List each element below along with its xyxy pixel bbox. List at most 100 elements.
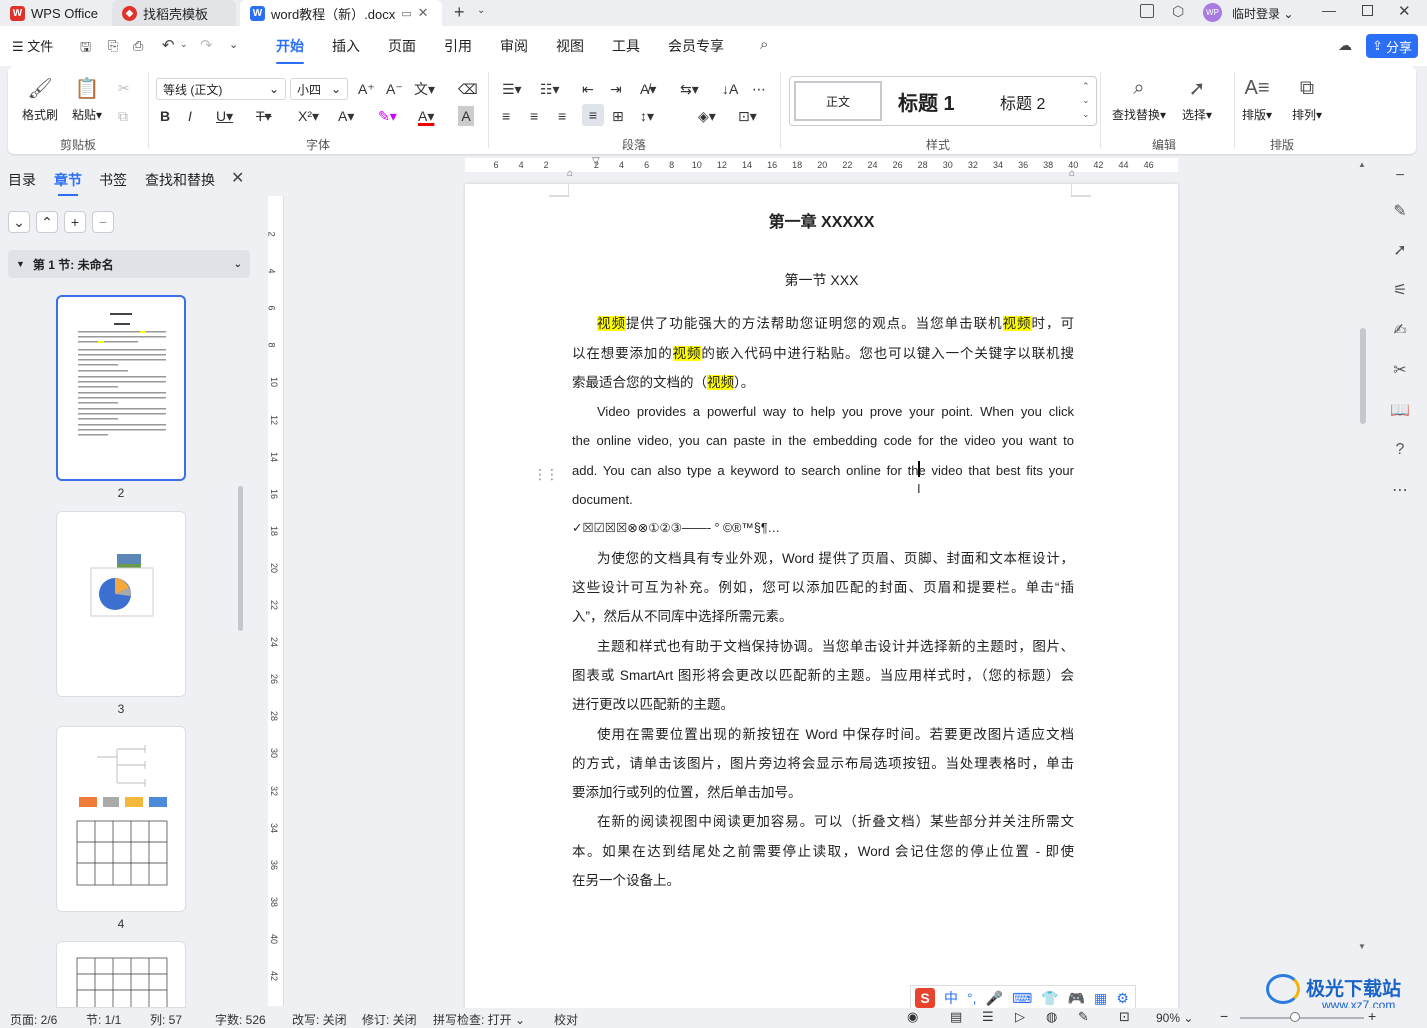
menu-start[interactable]: 开始 — [276, 36, 304, 64]
superscript-icon[interactable]: X²▾ — [298, 106, 319, 126]
minimize-icon[interactable]: — — [1322, 2, 1336, 18]
sort-icon[interactable]: ↓A — [722, 79, 738, 99]
numbered-list-icon[interactable]: ☷▾ — [540, 79, 560, 99]
paste-button[interactable]: 📋 粘贴▾ — [72, 76, 102, 123]
border-icon[interactable]: ⊡▾ — [738, 106, 757, 126]
close-window-icon[interactable]: ✕ — [1398, 2, 1411, 20]
login-label[interactable]: 临时登录 ⌄ — [1232, 5, 1293, 22]
shading-icon[interactable]: ◈▾ — [698, 106, 716, 126]
menu-tools[interactable]: 工具 — [612, 36, 640, 56]
text-effect-icon[interactable]: A▾ — [338, 106, 354, 126]
tab-wps-office[interactable]: W WPS Office — [0, 0, 108, 26]
window-layout-icon[interactable] — [1140, 4, 1154, 18]
cut-icon[interactable]: ✂ — [118, 78, 130, 98]
char-shading-icon[interactable]: A — [458, 106, 474, 126]
underline-icon[interactable]: U▾ — [216, 106, 233, 126]
ime-language-toggle[interactable]: 中 — [944, 988, 958, 1008]
zoom-out-icon[interactable]: − — [1220, 1008, 1228, 1024]
undo-icon[interactable]: ↶ — [162, 36, 175, 54]
outline-view-icon[interactable]: ☰ — [982, 1009, 994, 1025]
ai-icon[interactable]: ✍ — [1390, 320, 1410, 340]
punctuation-icon[interactable]: °, — [967, 990, 977, 1006]
order-button[interactable]: ⧉ 排列▾ — [1292, 76, 1322, 123]
tab-sections[interactable]: 章节 — [54, 170, 82, 196]
menu-page[interactable]: 页面 — [388, 36, 416, 56]
tab-toc[interactable]: 目录 — [8, 170, 36, 190]
more-icon[interactable]: ⋯ — [1390, 480, 1410, 500]
zoom-in-icon[interactable]: + — [1368, 1008, 1376, 1024]
tab-find-replace[interactable]: 查找和替换 — [145, 170, 215, 190]
menu-file[interactable]: ☰ 文件 — [12, 36, 53, 55]
panel-scrollbar[interactable] — [238, 486, 243, 631]
scroll-down-icon[interactable]: ▼ — [1358, 942, 1366, 951]
decrease-indent-icon[interactable]: ⇤ — [582, 79, 594, 99]
zoom-level[interactable]: 90% ⌄ — [1156, 1011, 1193, 1025]
monitor-icon[interactable]: ▭ — [401, 7, 411, 20]
indent-marker-icon[interactable]: ▽ — [592, 156, 600, 167]
print-preview-icon[interactable]: ⎙ — [133, 38, 143, 54]
pen-icon[interactable]: ✎ — [1390, 201, 1410, 221]
highlight-icon[interactable]: ✎▾ — [378, 106, 397, 126]
eye-protect-icon[interactable]: ◉ — [907, 1009, 918, 1025]
font-family-select[interactable]: 等线 (正文) ⌄ — [156, 78, 286, 100]
grid-icon[interactable]: ▦ — [1094, 990, 1107, 1007]
page-view-icon[interactable]: ▤ — [950, 1009, 962, 1025]
style-normal[interactable]: 正文 — [794, 81, 882, 121]
status-section[interactable]: 节: 1/1 — [86, 1011, 121, 1028]
page-thumbnail[interactable] — [56, 726, 186, 912]
copy-icon[interactable]: ⧉ — [118, 106, 128, 126]
tab-document[interactable]: W word教程（新）.docx ▭ ✕ — [240, 0, 442, 26]
cursor-select-icon[interactable]: ➚ — [1390, 240, 1410, 260]
arrange-text-button[interactable]: A≡ 排版▾ — [1242, 76, 1272, 123]
menu-member[interactable]: 会员专享 — [668, 36, 724, 56]
search-icon[interactable]: ⌕ — [760, 36, 768, 53]
tools-icon[interactable]: ✂ — [1390, 360, 1410, 380]
line-spacing-icon[interactable]: ↕▾ — [640, 106, 654, 126]
drag-handle-icon[interactable]: ⋮⋮ — [533, 466, 559, 483]
status-page[interactable]: 页面: 2/6 — [10, 1011, 57, 1028]
web-view-icon[interactable]: ◍ — [1046, 1009, 1057, 1025]
text-direction-icon[interactable]: A̸▾ — [640, 79, 656, 99]
format-painter-button[interactable]: 🖌 格式刷 — [22, 76, 58, 123]
menu-reference[interactable]: 引用 — [444, 36, 472, 56]
page-thumbnail[interactable] — [56, 941, 186, 1008]
tab-list-chevron-icon[interactable]: ⌄ — [477, 5, 485, 16]
clear-format-icon[interactable]: ⌫ — [458, 79, 478, 99]
grow-font-icon[interactable]: A⁺ — [358, 79, 375, 99]
write-mode-icon[interactable]: ✎ — [1078, 1009, 1089, 1025]
status-overwrite[interactable]: 改写: 关闭 — [292, 1011, 347, 1028]
redo-icon[interactable]: ↷ — [200, 36, 213, 54]
status-word-count[interactable]: 字数: 526 — [215, 1011, 266, 1028]
fit-page-icon[interactable]: ⊡ — [1119, 1009, 1130, 1025]
book-icon[interactable]: 📖 — [1390, 400, 1410, 420]
minus-icon[interactable]: − — [1390, 166, 1410, 186]
undo-dropdown-icon[interactable]: ⌄ — [180, 39, 188, 50]
skin-icon[interactable]: 👕 — [1041, 990, 1058, 1007]
font-size-select[interactable]: 小四 ⌄ — [290, 78, 348, 100]
scroll-up-icon[interactable]: ▲ — [1358, 160, 1366, 169]
menu-insert[interactable]: 插入 — [332, 36, 360, 56]
justify-icon[interactable]: ≡ — [582, 104, 604, 126]
show-marks-icon[interactable]: ⋯ — [752, 79, 766, 99]
settings-icon[interactable]: ⚙ — [1116, 990, 1129, 1007]
bullet-list-icon[interactable]: ☰▾ — [502, 79, 522, 99]
menu-view[interactable]: 视图 — [556, 36, 584, 56]
avatar[interactable]: WP — [1203, 3, 1222, 22]
status-revision[interactable]: 修订: 关闭 — [362, 1011, 417, 1028]
close-tab-icon[interactable]: ✕ — [418, 5, 429, 21]
document-scrollbar[interactable] — [1360, 328, 1366, 424]
cube-icon[interactable]: ⬡ — [1172, 3, 1184, 20]
close-panel-icon[interactable]: ✕ — [231, 168, 244, 188]
font-color-icon[interactable]: A▾ — [418, 106, 434, 126]
new-tab-icon[interactable]: + — [454, 2, 465, 23]
align-center-icon[interactable]: ≡ — [530, 106, 538, 126]
maximize-icon[interactable] — [1362, 5, 1373, 16]
play-icon[interactable]: ▷ — [1015, 1009, 1025, 1025]
increase-indent-icon[interactable]: ⇥ — [610, 79, 622, 99]
move-up-icon[interactable]: ⌃ — [36, 211, 58, 233]
status-proofread[interactable]: 校对 — [554, 1011, 578, 1028]
italic-icon[interactable]: I — [188, 106, 192, 126]
status-column[interactable]: 列: 57 — [150, 1011, 182, 1028]
shrink-font-icon[interactable]: A⁻ — [386, 79, 403, 99]
menu-review[interactable]: 审阅 — [500, 36, 528, 56]
